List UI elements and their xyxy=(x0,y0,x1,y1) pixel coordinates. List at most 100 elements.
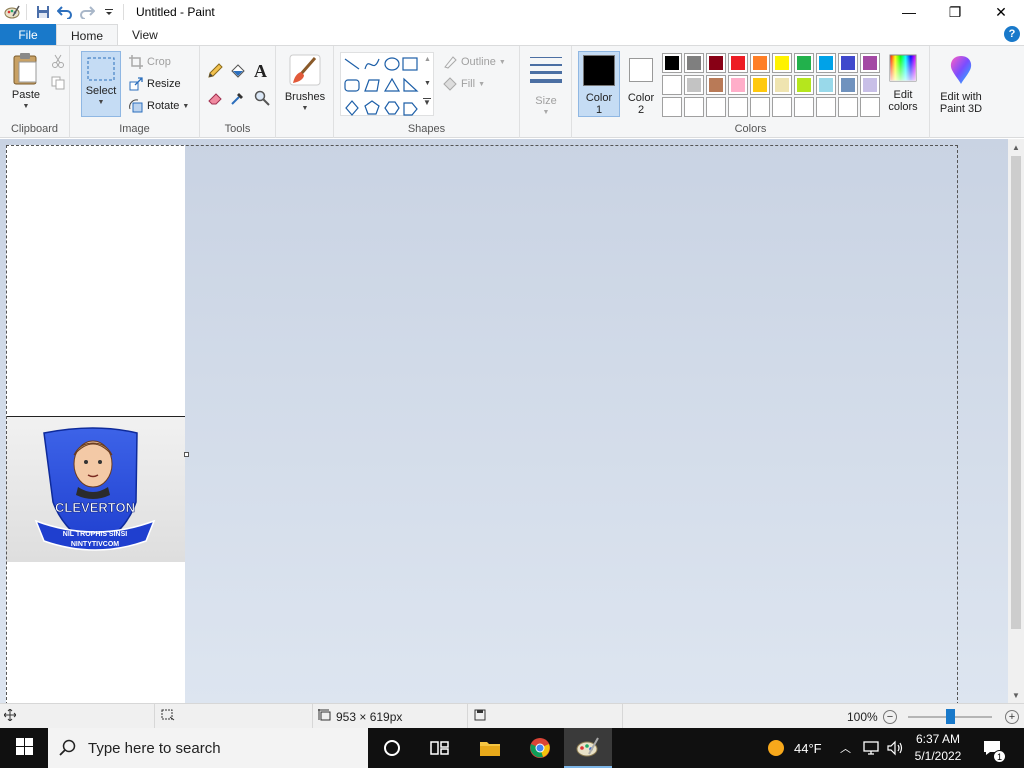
vertical-scrollbar[interactable]: ▲ ▼ xyxy=(1008,139,1024,703)
palette-swatch[interactable] xyxy=(794,75,814,95)
zoom-in-button[interactable]: + xyxy=(1005,710,1019,724)
palette-swatch[interactable] xyxy=(706,75,726,95)
eraser-icon[interactable] xyxy=(207,90,223,109)
tab-home[interactable]: Home xyxy=(56,24,119,46)
magnifier-icon[interactable] xyxy=(254,90,270,109)
palette-swatch[interactable] xyxy=(684,53,704,73)
crop-button[interactable]: Crop xyxy=(128,52,171,72)
pencil-icon[interactable] xyxy=(207,63,223,82)
palette-swatch[interactable] xyxy=(728,75,748,95)
task-view-button[interactable] xyxy=(416,728,464,768)
palette-swatch[interactable] xyxy=(662,53,682,73)
paint-app-icon[interactable] xyxy=(2,2,22,22)
palette-swatch[interactable] xyxy=(750,75,770,95)
select-button[interactable]: Select ▼ xyxy=(81,51,121,117)
palette-swatch[interactable] xyxy=(772,53,792,73)
taskbar-search-box[interactable]: Type here to search xyxy=(48,728,368,768)
network-icon[interactable] xyxy=(862,728,880,768)
size-label: Size xyxy=(535,95,557,107)
show-hidden-icons-button[interactable]: ︿ xyxy=(840,728,851,768)
palette-swatch[interactable] xyxy=(838,53,858,73)
resize-button[interactable]: Resize xyxy=(128,74,181,94)
zoom-out-button[interactable]: − xyxy=(883,710,897,724)
canvas-resize-handle[interactable] xyxy=(184,452,189,457)
fill-button[interactable]: Fill ▼ xyxy=(442,74,485,94)
palette-swatch[interactable] xyxy=(838,97,858,117)
palette-swatch[interactable] xyxy=(662,75,682,95)
weather-widget[interactable]: 44°F xyxy=(766,728,822,768)
minimize-button[interactable]: — xyxy=(886,0,932,24)
outline-button[interactable]: Outline ▼ xyxy=(442,52,506,72)
palette-swatch[interactable] xyxy=(816,97,836,117)
color1-button[interactable]: Color 1 xyxy=(578,51,620,117)
close-button[interactable]: ✕ xyxy=(978,0,1024,24)
chrome-button[interactable] xyxy=(516,728,564,768)
brushes-button[interactable]: Brushes ▼ xyxy=(282,54,328,115)
help-button[interactable]: ? xyxy=(1004,26,1020,42)
volume-icon[interactable] xyxy=(886,728,904,768)
palette-swatch-color xyxy=(863,78,877,92)
palette-swatch[interactable] xyxy=(706,53,726,73)
shapes-scroll-up-icon[interactable]: ▲ xyxy=(424,56,431,63)
palette-swatch[interactable] xyxy=(684,97,704,117)
paste-button[interactable]: Paste ▼ xyxy=(6,52,46,113)
scroll-down-icon[interactable]: ▼ xyxy=(1008,687,1024,703)
palette-swatch[interactable] xyxy=(860,75,880,95)
palette-swatch-color xyxy=(731,56,745,70)
palette-swatch[interactable] xyxy=(750,97,770,117)
rotate-label: Rotate xyxy=(147,100,180,112)
save-icon[interactable] xyxy=(33,2,53,22)
shapes-gallery[interactable] xyxy=(340,52,434,116)
copy-icon[interactable] xyxy=(51,76,65,93)
tab-file[interactable]: File xyxy=(0,24,56,46)
size-button[interactable]: Size ▼ xyxy=(528,54,564,119)
notification-center-button[interactable]: 1 xyxy=(982,728,1006,768)
rotate-button[interactable]: Rotate ▼ xyxy=(128,96,189,116)
color2-button[interactable]: Color 2 xyxy=(622,56,660,116)
customize-toolbar-icon[interactable] xyxy=(99,2,119,22)
zoom-slider-thumb[interactable] xyxy=(946,709,955,724)
tools-group: A Tools xyxy=(200,46,276,138)
palette-swatch-color xyxy=(687,100,701,114)
fill-bucket-icon[interactable] xyxy=(230,63,246,82)
palette-swatch[interactable] xyxy=(816,53,836,73)
shapes-scroll-down-icon[interactable]: ▼ xyxy=(424,80,431,87)
selection-rectangle[interactable] xyxy=(6,145,958,703)
palette-swatch[interactable] xyxy=(794,97,814,117)
edit-colors-button[interactable]: Edit colors xyxy=(882,54,924,113)
cut-icon[interactable] xyxy=(51,54,65,71)
undo-icon[interactable] xyxy=(55,2,75,22)
scrollbar-thumb[interactable] xyxy=(1011,156,1021,629)
clipboard-group: Paste ▼ Clipboard xyxy=(0,46,70,138)
palette-swatch[interactable] xyxy=(706,97,726,117)
redo-icon[interactable] xyxy=(77,2,97,22)
shapes-more-icon[interactable]: ▼ xyxy=(423,98,431,107)
palette-swatch[interactable] xyxy=(794,53,814,73)
restore-button[interactable]: ❐ xyxy=(932,0,978,24)
text-tool-icon[interactable]: A xyxy=(254,61,267,82)
tab-view[interactable]: View xyxy=(118,24,172,46)
palette-swatch[interactable] xyxy=(860,53,880,73)
palette-swatch[interactable] xyxy=(838,75,858,95)
palette-swatch[interactable] xyxy=(684,75,704,95)
color-picker-icon[interactable] xyxy=(230,90,246,109)
edit-with-paint3d-button[interactable]: Edit with Paint 3D xyxy=(933,54,989,115)
palette-swatch[interactable] xyxy=(860,97,880,117)
palette-swatch[interactable] xyxy=(816,75,836,95)
palette-swatch[interactable] xyxy=(728,97,748,117)
palette-swatch[interactable] xyxy=(662,97,682,117)
palette-swatch[interactable] xyxy=(772,75,792,95)
select-label: Select xyxy=(85,85,117,97)
palette-swatch[interactable] xyxy=(728,53,748,73)
scroll-up-icon[interactable]: ▲ xyxy=(1008,139,1024,155)
file-explorer-button[interactable] xyxy=(466,728,514,768)
palette-swatch-color xyxy=(841,78,855,92)
cortana-button[interactable] xyxy=(368,728,416,768)
canvas-workspace[interactable]: CLEVERTON NIL TROPHIS SINSI NINTYTIVCOM xyxy=(0,139,1008,703)
palette-swatch[interactable] xyxy=(750,53,770,73)
taskbar-clock[interactable]: 6:37 AM 5/1/2022 xyxy=(908,731,968,765)
palette-swatch[interactable] xyxy=(772,97,792,117)
paint-taskbar-button[interactable] xyxy=(564,728,612,768)
start-button[interactable] xyxy=(0,728,48,768)
window-title: Untitled - Paint xyxy=(136,5,215,19)
